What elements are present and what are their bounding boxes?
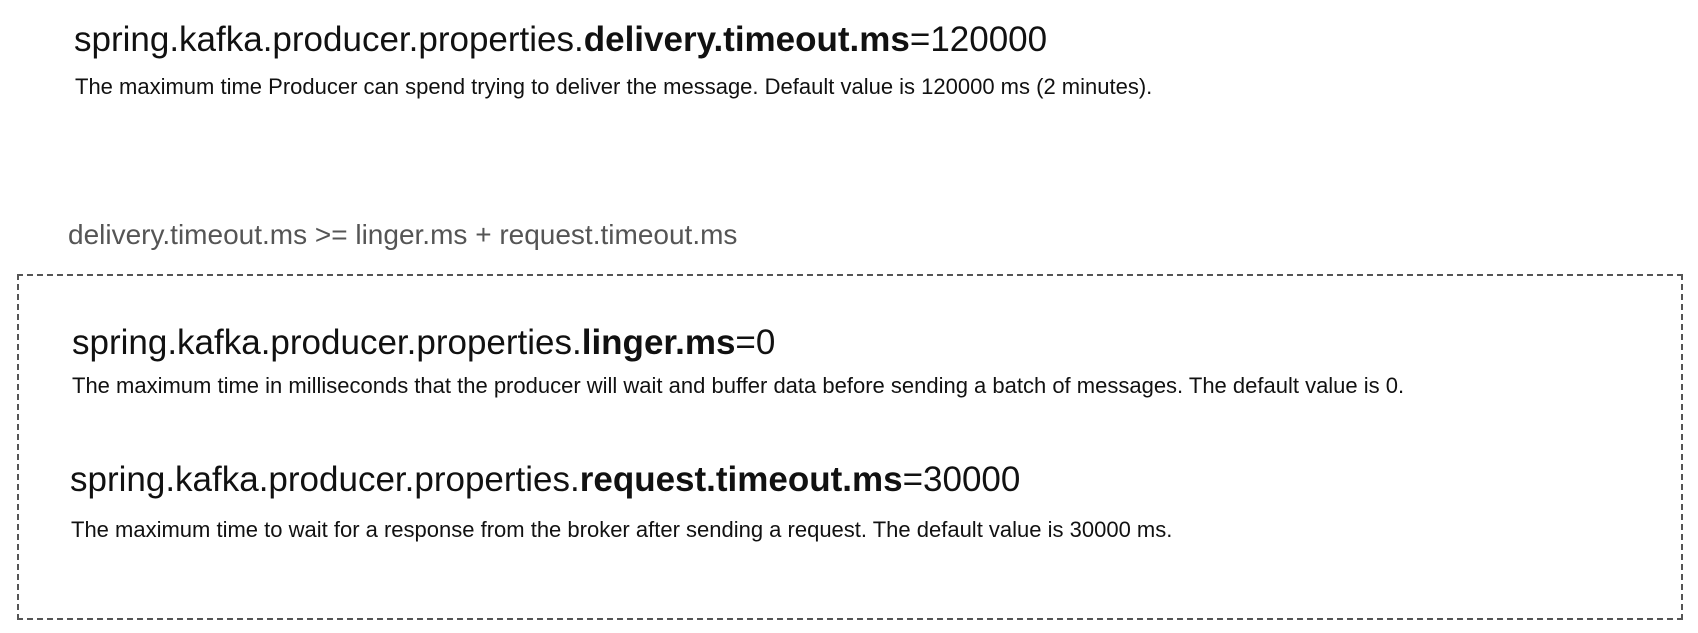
property-prefix: spring.kafka.producer.properties. xyxy=(72,323,582,362)
property-key: delivery.timeout.ms xyxy=(583,20,910,59)
linger-property: spring.kafka.producer.properties.linger.… xyxy=(72,323,775,363)
property-prefix: spring.kafka.producer.properties. xyxy=(74,20,584,59)
delivery-timeout-description: The maximum time Producer can spend tryi… xyxy=(75,74,1153,99)
request-timeout-description: The maximum time to wait for a response … xyxy=(71,517,1173,542)
property-value: =30000 xyxy=(902,460,1021,499)
property-key: linger.ms xyxy=(581,323,736,362)
property-prefix: spring.kafka.producer.properties. xyxy=(70,460,580,499)
request-timeout-property: spring.kafka.producer.properties.request… xyxy=(70,460,1020,500)
property-value: =120000 xyxy=(909,20,1048,59)
linger-description: The maximum time in milliseconds that th… xyxy=(72,373,1405,398)
delivery-timeout-property: spring.kafka.producer.properties.deliver… xyxy=(74,20,1047,60)
property-key: request.timeout.ms xyxy=(579,460,903,499)
timeout-relation: delivery.timeout.ms >= linger.ms + reque… xyxy=(68,219,738,250)
property-value: =0 xyxy=(735,323,776,362)
